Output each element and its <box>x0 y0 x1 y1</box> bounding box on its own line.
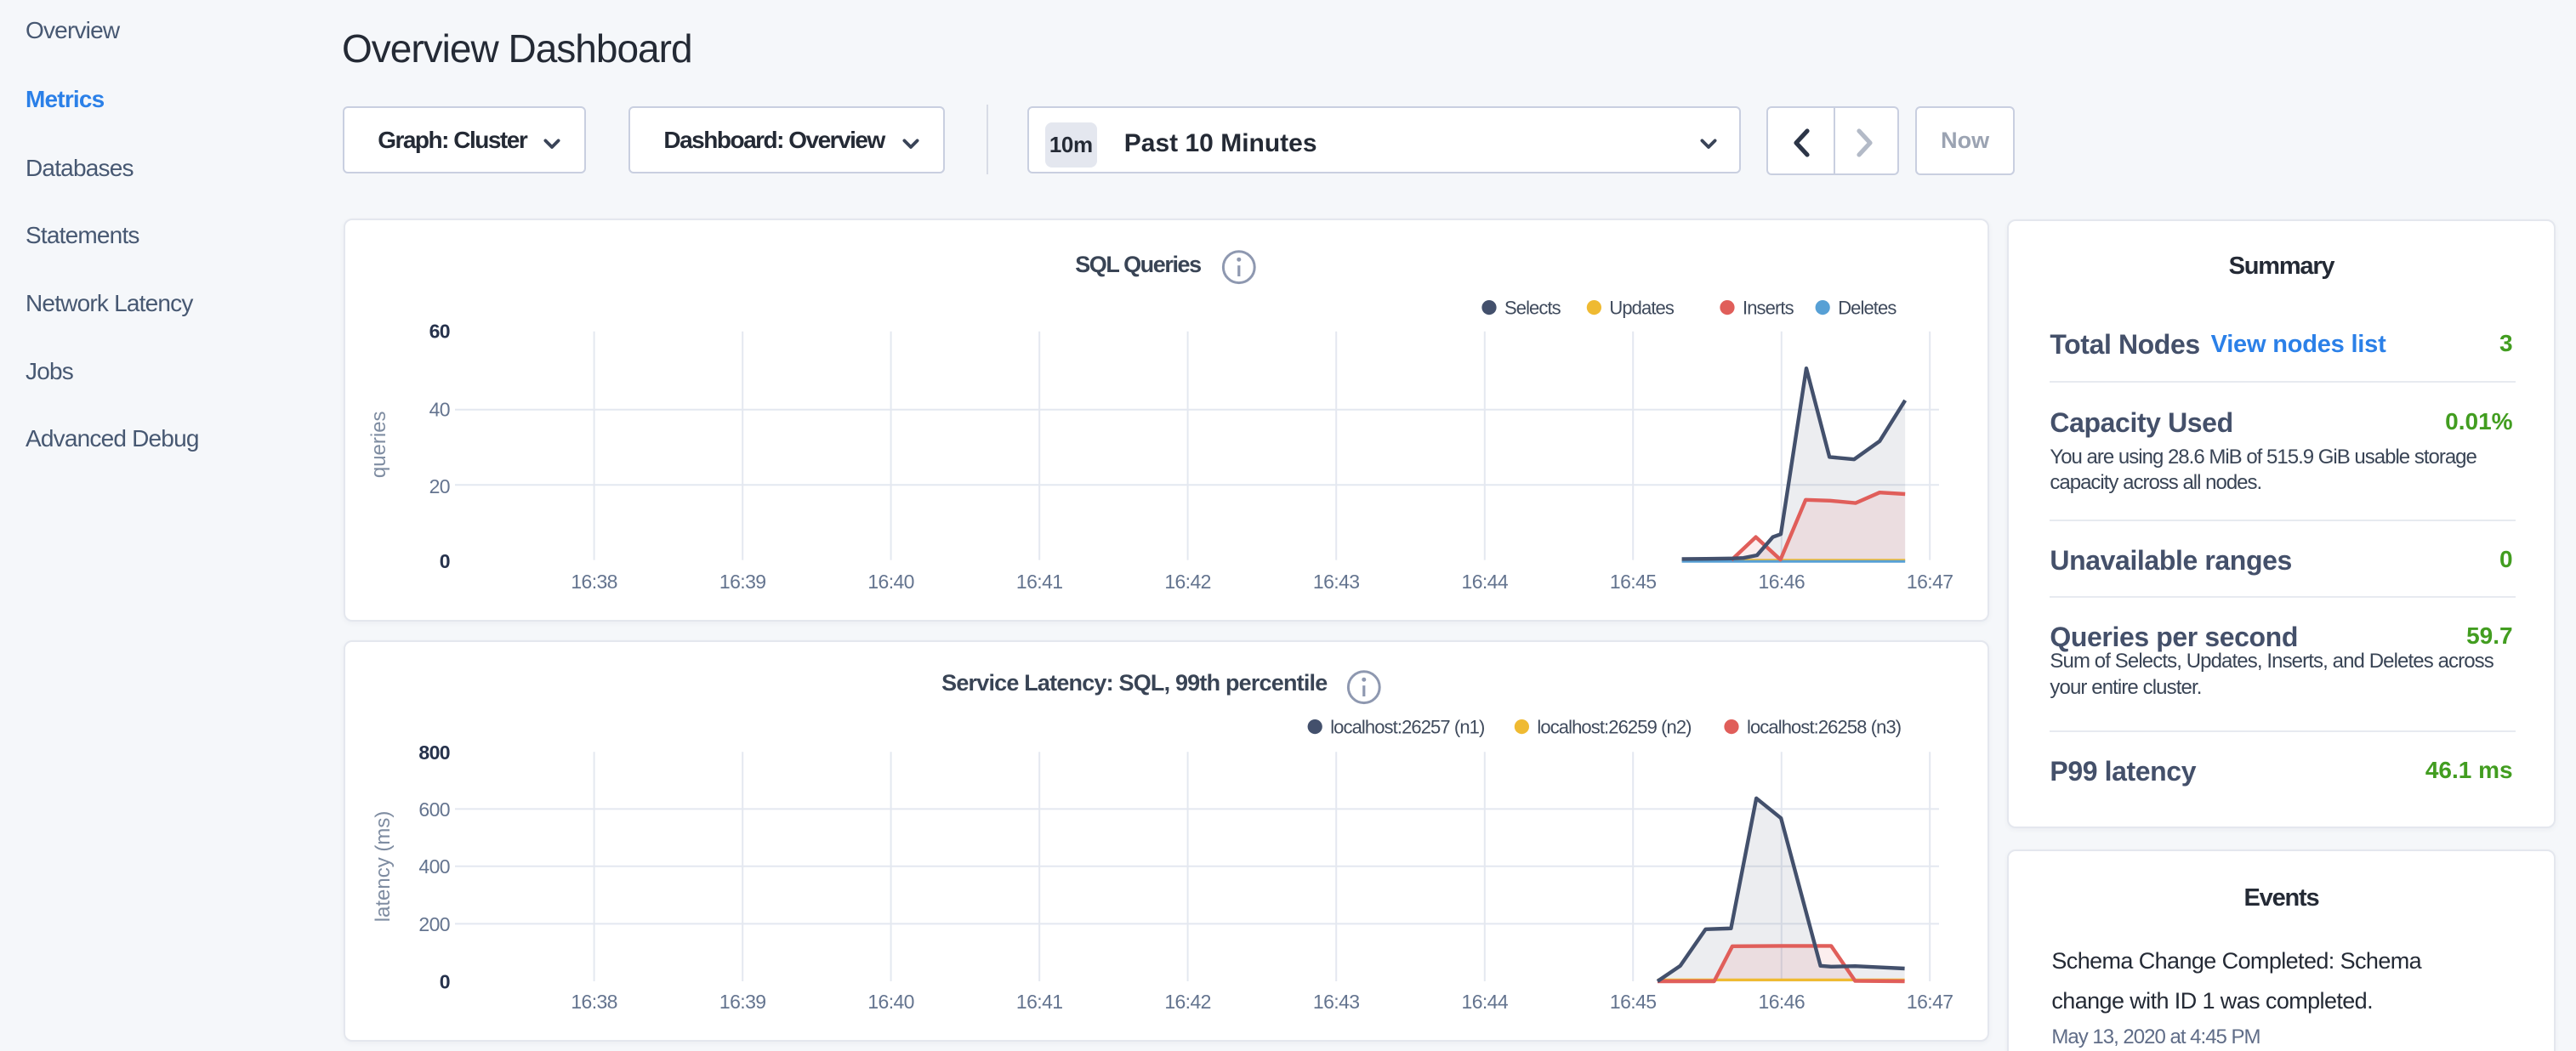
svg-text:Selects: Selects <box>1504 298 1561 319</box>
svg-text:200: 200 <box>418 913 450 935</box>
svg-text:Service Latency: SQL, 99th per: Service Latency: SQL, 99th percentile <box>941 671 1328 696</box>
svg-text:16:39: 16:39 <box>719 991 766 1014</box>
svg-text:20: 20 <box>429 475 450 497</box>
svg-text:16:40: 16:40 <box>867 991 914 1014</box>
svg-text:16:46: 16:46 <box>1759 571 1805 593</box>
svg-text:Updates: Updates <box>1609 298 1674 319</box>
svg-text:queries: queries <box>367 412 390 479</box>
svg-text:16:39: 16:39 <box>719 571 766 593</box>
svg-text:400: 400 <box>418 855 450 878</box>
svg-text:16:46: 16:46 <box>1759 991 1805 1014</box>
svg-text:localhost:26258 (n3): localhost:26258 (n3) <box>1747 717 1901 738</box>
svg-text:600: 600 <box>418 798 450 821</box>
svg-text:16:38: 16:38 <box>571 571 617 593</box>
svg-text:0: 0 <box>440 550 450 572</box>
svg-text:40: 40 <box>429 399 450 421</box>
svg-text:localhost:26257 (n1): localhost:26257 (n1) <box>1330 717 1484 738</box>
svg-text:SQL Queries: SQL Queries <box>1075 252 1201 277</box>
svg-text:16:42: 16:42 <box>1164 991 1211 1014</box>
svg-text:16:47: 16:47 <box>1907 571 1953 593</box>
svg-text:16:44: 16:44 <box>1462 571 1509 593</box>
svg-text:60: 60 <box>429 321 450 343</box>
svg-text:16:47: 16:47 <box>1907 991 1953 1014</box>
svg-text:16:44: 16:44 <box>1462 991 1509 1014</box>
svg-text:16:38: 16:38 <box>571 991 617 1014</box>
svg-text:800: 800 <box>418 741 450 764</box>
svg-text:16:43: 16:43 <box>1313 571 1360 593</box>
svg-text:latency (ms): latency (ms) <box>372 811 395 923</box>
svg-text:16:43: 16:43 <box>1313 991 1360 1014</box>
svg-text:localhost:26259 (n2): localhost:26259 (n2) <box>1537 717 1691 738</box>
svg-text:Inserts: Inserts <box>1743 298 1794 319</box>
svg-text:16:45: 16:45 <box>1610 571 1657 593</box>
svg-text:16:42: 16:42 <box>1164 571 1211 593</box>
svg-text:16:41: 16:41 <box>1016 571 1063 593</box>
svg-text:16:45: 16:45 <box>1610 991 1657 1014</box>
svg-text:16:41: 16:41 <box>1016 991 1063 1014</box>
svg-text:0: 0 <box>440 971 450 993</box>
svg-text:16:40: 16:40 <box>867 571 914 593</box>
svg-text:Deletes: Deletes <box>1838 298 1896 319</box>
